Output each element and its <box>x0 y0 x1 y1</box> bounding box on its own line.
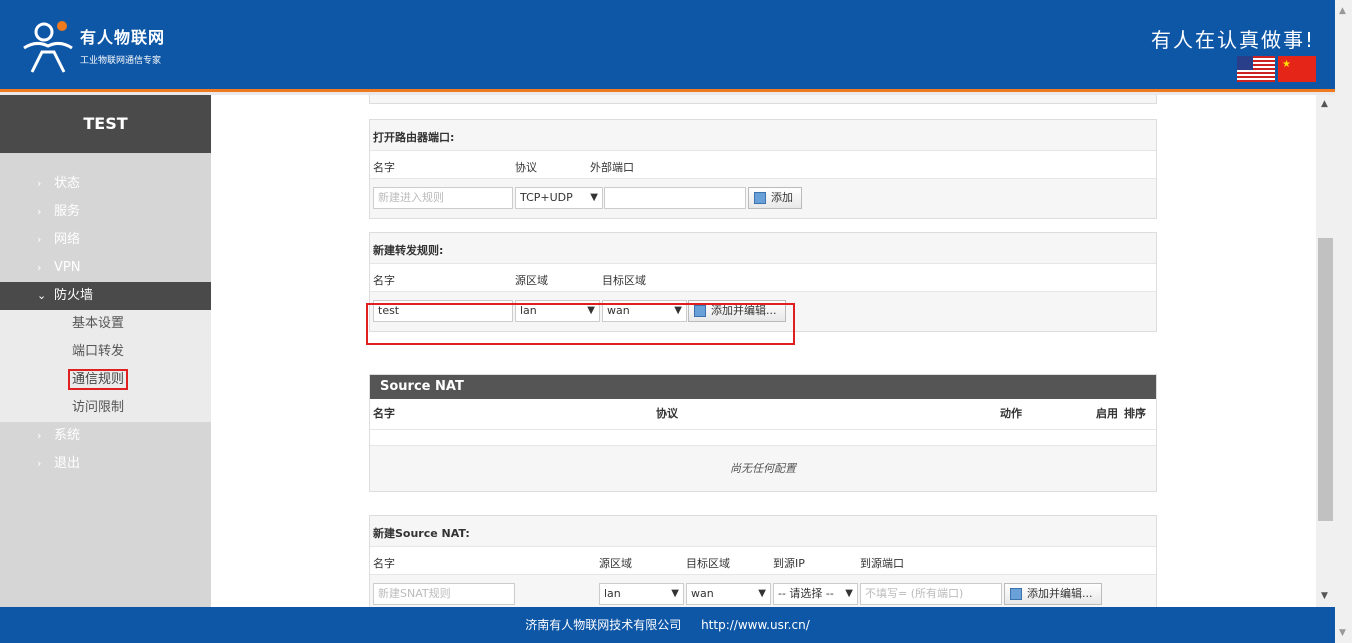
col-to-source-ip: 到源IP <box>773 557 805 570</box>
chevron-down-icon: ▼ <box>590 192 598 203</box>
content-scrollbar[interactable]: ▲ ▼ <box>1316 95 1335 607</box>
footer-company: 济南有人物联网技术有限公司 <box>525 618 682 632</box>
open-port-name-input[interactable]: 新建进入规则 <box>373 187 513 209</box>
scroll-up-icon[interactable]: ▲ <box>1339 6 1346 16</box>
slogan: 有人在认真做事! <box>1150 28 1315 52</box>
spacer-row <box>370 429 1156 445</box>
scroll-down-icon[interactable]: ▼ <box>1339 628 1346 638</box>
firewall-submenu: 基本设置 端口转发 通信规则 访问限制 <box>0 310 211 422</box>
new-snat-name-input[interactable]: 新建SNAT规则 <box>373 583 515 605</box>
submenu-port-forward[interactable]: 端口转发 <box>0 338 211 366</box>
open-port-add-button[interactable]: 添加 <box>748 187 802 209</box>
sidebar-item-system[interactable]: › 系统 <box>0 422 211 450</box>
sidebar-item-firewall[interactable]: ⌄ 防火墙 <box>0 282 211 310</box>
page-scrollbar[interactable]: ▲ ▼ <box>1335 0 1352 643</box>
brand-name: 有人物联网 <box>80 28 166 47</box>
footer: 济南有人物联网技术有限公司 http://www.usr.cn/ <box>0 607 1335 643</box>
add-icon <box>754 192 766 204</box>
chevron-down-icon: ⌄ <box>37 289 47 302</box>
brand-subtitle: 工业物联网通信专家 <box>80 56 162 66</box>
previous-panel-edge <box>369 95 1157 104</box>
new-snat-dest-zone-select[interactable]: wan ▼ <box>686 583 771 605</box>
chevron-right-icon: › <box>37 457 42 470</box>
open-port-external-port-input[interactable] <box>604 187 746 209</box>
col-to-source-port: 到源端口 <box>860 557 904 570</box>
open-port-panel: 打开路由器端口: 名字 协议 外部端口 新建进入规则 TCP+UDP ▼ 添加 <box>369 119 1157 219</box>
forward-rule-title: 新建转发规则: <box>370 233 1156 263</box>
highlight-box <box>366 303 795 345</box>
new-snat-input-row: 新建SNAT规则 lan ▼ wan ▼ -- 请选择 -- ▼ 不填写= (所有端口… <box>370 574 1156 607</box>
new-snat-source-ip-select[interactable]: -- 请选择 -- ▼ <box>773 583 858 605</box>
scroll-down-icon[interactable]: ▼ <box>1321 591 1328 601</box>
sidebar: TEST › 状态 › 服务 › 网络 › VPN ⌄ 防火墙 基本设置 端口转发 通信规… <box>0 95 211 607</box>
us-flag-icon[interactable] <box>1237 56 1275 82</box>
col-protocol: 协议 <box>515 161 537 174</box>
col-action: 动作 <box>1000 407 1022 420</box>
open-port-input-row: 新建进入规则 TCP+UDP ▼ 添加 <box>370 178 1156 218</box>
chevron-right-icon: › <box>37 261 42 274</box>
col-dest-zone: 目标区域 <box>686 557 730 570</box>
sidebar-item-status[interactable]: › 状态 <box>0 170 211 198</box>
chevron-down-icon: ▼ <box>758 588 766 599</box>
brand: 有人物联网 工业物联网通信专家 <box>80 24 165 66</box>
col-sort: 排序 <box>1124 407 1146 420</box>
col-dest-zone: 目标区域 <box>602 274 646 287</box>
source-nat-header-row: 名字 协议 动作 启用 排序 <box>370 399 1156 429</box>
chevron-right-icon: › <box>37 205 42 218</box>
scrollbar-thumb[interactable] <box>1318 238 1333 521</box>
col-external-port: 外部端口 <box>590 161 634 174</box>
col-enable: 启用 <box>1096 407 1118 420</box>
open-port-header-row: 名字 协议 外部端口 <box>370 150 1156 178</box>
top-header: 有人物联网 工业物联网通信专家 有人在认真做事! ★ <box>0 0 1335 92</box>
col-name: 名字 <box>373 274 395 287</box>
new-snat-title: 新建Source NAT: <box>370 516 1156 546</box>
open-port-protocol-select[interactable]: TCP+UDP ▼ <box>515 187 603 209</box>
cn-flag-icon[interactable]: ★ <box>1278 56 1316 82</box>
submenu-access-limit[interactable]: 访问限制 <box>0 394 211 422</box>
source-nat-panel: Source NAT 名字 协议 动作 启用 排序 尚无任何配置 <box>369 374 1157 492</box>
sidebar-item-services[interactable]: › 服务 <box>0 198 211 226</box>
col-source-zone: 源区域 <box>515 274 548 287</box>
new-snat-add-edit-button[interactable]: 添加并编辑... <box>1004 583 1102 605</box>
new-snat-source-zone-select[interactable]: lan ▼ <box>599 583 684 605</box>
add-icon <box>1010 588 1022 600</box>
logo-icon <box>23 21 73 73</box>
empty-message: 尚无任何配置 <box>370 445 1156 491</box>
forward-header-row: 名字 源区域 目标区域 <box>370 263 1156 291</box>
footer-url[interactable]: http://www.usr.cn/ <box>701 618 810 632</box>
col-protocol: 协议 <box>656 407 678 420</box>
chevron-right-icon: › <box>37 177 42 190</box>
scroll-up-icon[interactable]: ▲ <box>1321 99 1328 109</box>
open-port-title: 打开路由器端口: <box>370 120 1156 150</box>
chevron-down-icon: ▼ <box>845 588 853 599</box>
submenu-traffic-rules[interactable]: 通信规则 <box>0 366 211 394</box>
main-content: 打开路由器端口: 名字 协议 外部端口 新建进入规则 TCP+UDP ▼ 添加 新… <box>211 95 1316 607</box>
nav-menu: › 状态 › 服务 › 网络 › VPN ⌄ 防火墙 基本设置 端口转发 通信规则 访问限… <box>0 170 211 478</box>
new-snat-panel: 新建Source NAT: 名字 源区域 目标区域 到源IP 到源端口 新建SN… <box>369 515 1157 607</box>
col-name: 名字 <box>373 557 395 570</box>
source-nat-title: Source NAT <box>370 375 1156 399</box>
sidebar-item-vpn[interactable]: › VPN <box>0 254 211 282</box>
col-name: 名字 <box>373 407 395 420</box>
col-name: 名字 <box>373 161 395 174</box>
new-snat-source-port-input[interactable]: 不填写= (所有端口) <box>860 583 1002 605</box>
svg-text:★: ★ <box>1282 59 1291 70</box>
col-source-zone: 源区域 <box>599 557 632 570</box>
sidebar-item-network[interactable]: › 网络 <box>0 226 211 254</box>
device-title: TEST <box>0 95 211 153</box>
chevron-right-icon: › <box>37 233 42 246</box>
chevron-right-icon: › <box>37 429 42 442</box>
submenu-basic-settings[interactable]: 基本设置 <box>0 310 211 338</box>
chevron-down-icon: ▼ <box>671 588 679 599</box>
sidebar-item-logout[interactable]: › 退出 <box>0 450 211 478</box>
new-snat-header-row: 名字 源区域 目标区域 到源IP 到源端口 <box>370 546 1156 574</box>
